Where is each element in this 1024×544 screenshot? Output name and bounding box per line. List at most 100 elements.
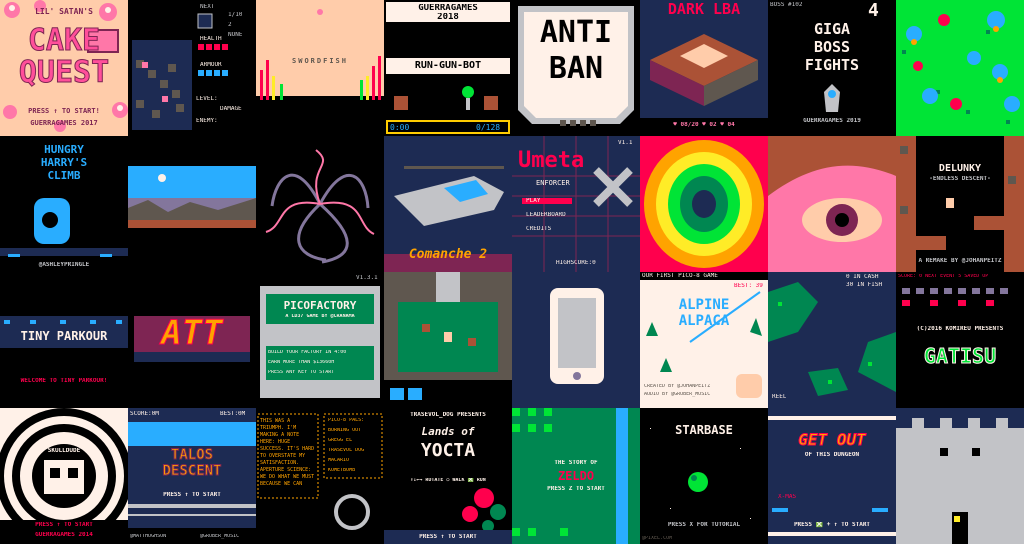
delunky-art <box>896 136 1024 272</box>
cake-quest-title-b: QUEST <box>18 58 110 88</box>
get-out-xmas: X-MAS <box>778 494 797 500</box>
cart-picofactory[interactable]: V1.3.1 PICOFACTORY A LD37 GAME BY @CRANA… <box>256 272 384 408</box>
rgb-score-right: 0/128 <box>476 124 501 132</box>
worms-art <box>256 136 384 272</box>
gatisu-title: GATISU <box>923 346 997 366</box>
umeta-menu-credits[interactable]: CREDITS <box>526 226 551 232</box>
swordfish-art <box>256 0 384 136</box>
cart-comanche[interactable]: Comanche 2 <box>384 136 512 272</box>
cart-eye[interactable] <box>768 136 896 272</box>
talos-credit-a: @MATTHUGHSON <box>130 534 167 539</box>
tiny-parkour-welcome: WELCOME TO TINY PARKOUR! <box>20 378 108 384</box>
picofactory-version: V1.3.1 <box>356 275 378 281</box>
rgb-score-left: 0:00 <box>390 124 410 132</box>
cart-alpine-alpaca[interactable]: OUR FIRST PICO-8 GAME BEST: 39 ALPINE AL… <box>640 272 768 408</box>
alpaca-title-a: ALPINE <box>678 298 730 312</box>
umeta-subtitle: ENFORCER <box>536 180 570 187</box>
cart-dark-lba[interactable]: DARK LBA ♥ 08/20 ♥ 02 ♥ 04 <box>640 0 768 136</box>
gatisu-art <box>896 272 1024 408</box>
cart-run-gun-bot[interactable]: GUERRAGAMES 2018 RUN-GUN-BOT 0:00 0/128 <box>384 0 512 136</box>
gatisu-ticker: SCORE: 0 NEXT EVENT 5 SAVED UP <box>898 274 989 279</box>
yocta-title-a: Lands of <box>421 426 475 437</box>
dark-lba-hud: ♥ 08/20 ♥ 02 ♥ 04 <box>673 122 735 128</box>
fishing-reel: REEL <box>772 394 787 400</box>
cake-quest-credit: GUERRAGAMES 2017 <box>30 120 98 127</box>
puzzle-hud-art <box>128 0 256 136</box>
cart-hungry-harry[interactable]: HUNGRY HARRY'S CLIMB @ASHLEYPRINGLE <box>0 136 128 272</box>
giga-corner: BOSS #102 <box>770 2 803 8</box>
cart-phone[interactable] <box>512 272 640 408</box>
alpaca-credit-a: CREATED BY @JOHANPEITZ <box>644 384 711 389</box>
cart-skulldude[interactable]: SKULLDUDE PRESS ↑ TO START GUERRAGAMES 2… <box>0 408 128 544</box>
cart-tiny-parkour[interactable]: TINY PARKOUR WELCOME TO TINY PARKOUR! <box>0 272 128 408</box>
get-out-prompt: PRESS ❎ + ↑ TO START <box>793 522 871 528</box>
skulldude-prompt: PRESS ↑ TO START <box>35 522 93 528</box>
rgb-subtitle: RUN-GUN-BOT <box>414 61 482 71</box>
picofactory-desc-c: PRESS ANY KEY TO START <box>268 370 335 375</box>
delunky-subtitle: -ENDLESS DESCENT- <box>929 176 991 182</box>
picofactory-desc-a: BUILD YOUR FACTORY IN 4:00 <box>268 350 347 355</box>
portal-pal-1: GREGG EL <box>328 438 353 443</box>
hud-two: 2 <box>228 22 232 28</box>
cart-delunky[interactable]: DELUNKY -ENDLESS DESCENT- A REMAKE BY @J… <box>896 136 1024 272</box>
cart-orbs[interactable] <box>896 0 1024 136</box>
cart-giga-boss[interactable]: BOSS #102 4 GIGA BOSS FIGHTS GUERRAGAMES… <box>768 0 896 136</box>
cart-att[interactable]: ATT <box>128 272 256 408</box>
cart-umeta-enforcer[interactable]: V1.1 Umeta ENFORCER PLAY LEADERBOARD CRE… <box>512 136 640 272</box>
cart-starbase[interactable]: STARBASE PRESS X FOR TUTORIAL @PIXEL.COM <box>640 408 768 544</box>
picofactory-art <box>256 272 384 408</box>
rgb-title-b: 2018 <box>437 13 459 22</box>
yocta-title-b: YOCTA <box>420 442 476 460</box>
starbase-title: STARBASE <box>675 424 733 436</box>
cart-gatisu[interactable]: SCORE: 0 NEXT EVENT 5 SAVED UP (C)2016 K… <box>896 272 1024 408</box>
cake-quest-prompt: PRESS ↑ TO START! <box>28 108 100 115</box>
delunky-title: DELUNKY <box>938 164 982 174</box>
swordfish-title: SWORDFISH <box>292 58 348 65</box>
umeta-menu-play[interactable]: PLAY <box>526 198 540 204</box>
cart-fishing[interactable]: 0 IN CASH 30 IN FISH REEL <box>768 272 896 408</box>
comanche-title: Comanche 2 <box>408 248 488 261</box>
hud-count: 1/10 <box>228 12 243 18</box>
portal-pal-2: TRASEVOL DOG <box>328 448 365 453</box>
portal-pal-3: MACARIO <box>328 458 350 463</box>
cart-worms[interactable] <box>256 136 384 272</box>
alpaca-title-b: ALPACA <box>678 314 730 328</box>
portal-pal-4: KOMETBOMB <box>328 468 356 473</box>
cart-anti-ban[interactable]: ANTI BAN <box>512 0 640 136</box>
cart-get-out[interactable]: GET OUT OF THIS DUNGEON X-MAS PRESS ❎ + … <box>768 408 896 544</box>
dark-lba-title: DARK LBA <box>667 2 741 17</box>
giga-title-b: BOSS <box>813 40 851 55</box>
cart-lands-of-yocta[interactable]: TRASEVOL_DOG PRESENTS Lands of YOCTA ↑↓←… <box>384 408 512 544</box>
alpaca-credit-b: AUDIO BY @GRUBER_MUSIC <box>644 392 711 397</box>
hud-armour: ARMOUR <box>200 62 222 68</box>
portal-left-text: THIS WAS A TRIUMPH. I'M MAKING A NOTE HE… <box>260 418 315 487</box>
fishing-art <box>768 272 896 408</box>
desert-night-art <box>128 136 256 272</box>
cart-topdown-dungeon[interactable] <box>384 272 512 408</box>
skulldude-credit: GUERRAGAMES 2014 <box>35 532 93 538</box>
cart-psychedelic[interactable] <box>640 136 768 272</box>
skulldude-title: SKULLDUDE <box>47 448 81 454</box>
fishing-fish: 30 IN FISH <box>846 282 883 288</box>
cart-desert-night[interactable] <box>128 136 256 272</box>
cart-portal-text[interactable]: THIS WAS A TRIUMPH. I'M MAKING A NOTE HE… <box>256 408 384 544</box>
umeta-version: V1.1 <box>618 140 633 146</box>
cart-talos-descent[interactable]: SCORE:0M BEST:0M TALOS DESCENT PRESS ↑ T… <box>128 408 256 544</box>
delunky-credit: A REMAKE BY @JOHANPEITZ <box>918 258 1002 264</box>
cart-zeldo[interactable]: THE STORY OF ZELDO PRESS Z TO START <box>512 408 640 544</box>
rgb-title-a: GUERRAGAMES <box>418 4 478 13</box>
alpaca-best: BEST: 39 <box>734 283 763 289</box>
giga-title-c: FIGHTS <box>804 58 860 73</box>
hud-damage: DAMAGE <box>220 106 242 112</box>
giga-big: 4 <box>868 2 879 20</box>
zeldo-title-b: ZELDO <box>557 470 595 482</box>
cart-castle[interactable] <box>896 408 1024 544</box>
gatisu-copyright: (C)2016 KOMIREU PRESENTS <box>916 326 1004 332</box>
talos-title-a: TALOS <box>170 448 214 462</box>
umeta-menu-leaderboard[interactable]: LEADERBOARD <box>526 212 566 218</box>
cart-swordfish[interactable]: SWORDFISH <box>256 0 384 136</box>
cart-puzzle-hud[interactable]: NEXT 1/10 2 NONE HEALTH ARMOUR LEVEL: DA… <box>128 0 256 136</box>
talos-prompt: PRESS ↑ TO START <box>163 492 221 498</box>
cart-cake-quest[interactable]: LIL' SATAN'S CAKE QUEST PRESS ↑ TO START… <box>0 0 128 136</box>
zeldo-title-a: THE STORY OF <box>554 460 598 466</box>
